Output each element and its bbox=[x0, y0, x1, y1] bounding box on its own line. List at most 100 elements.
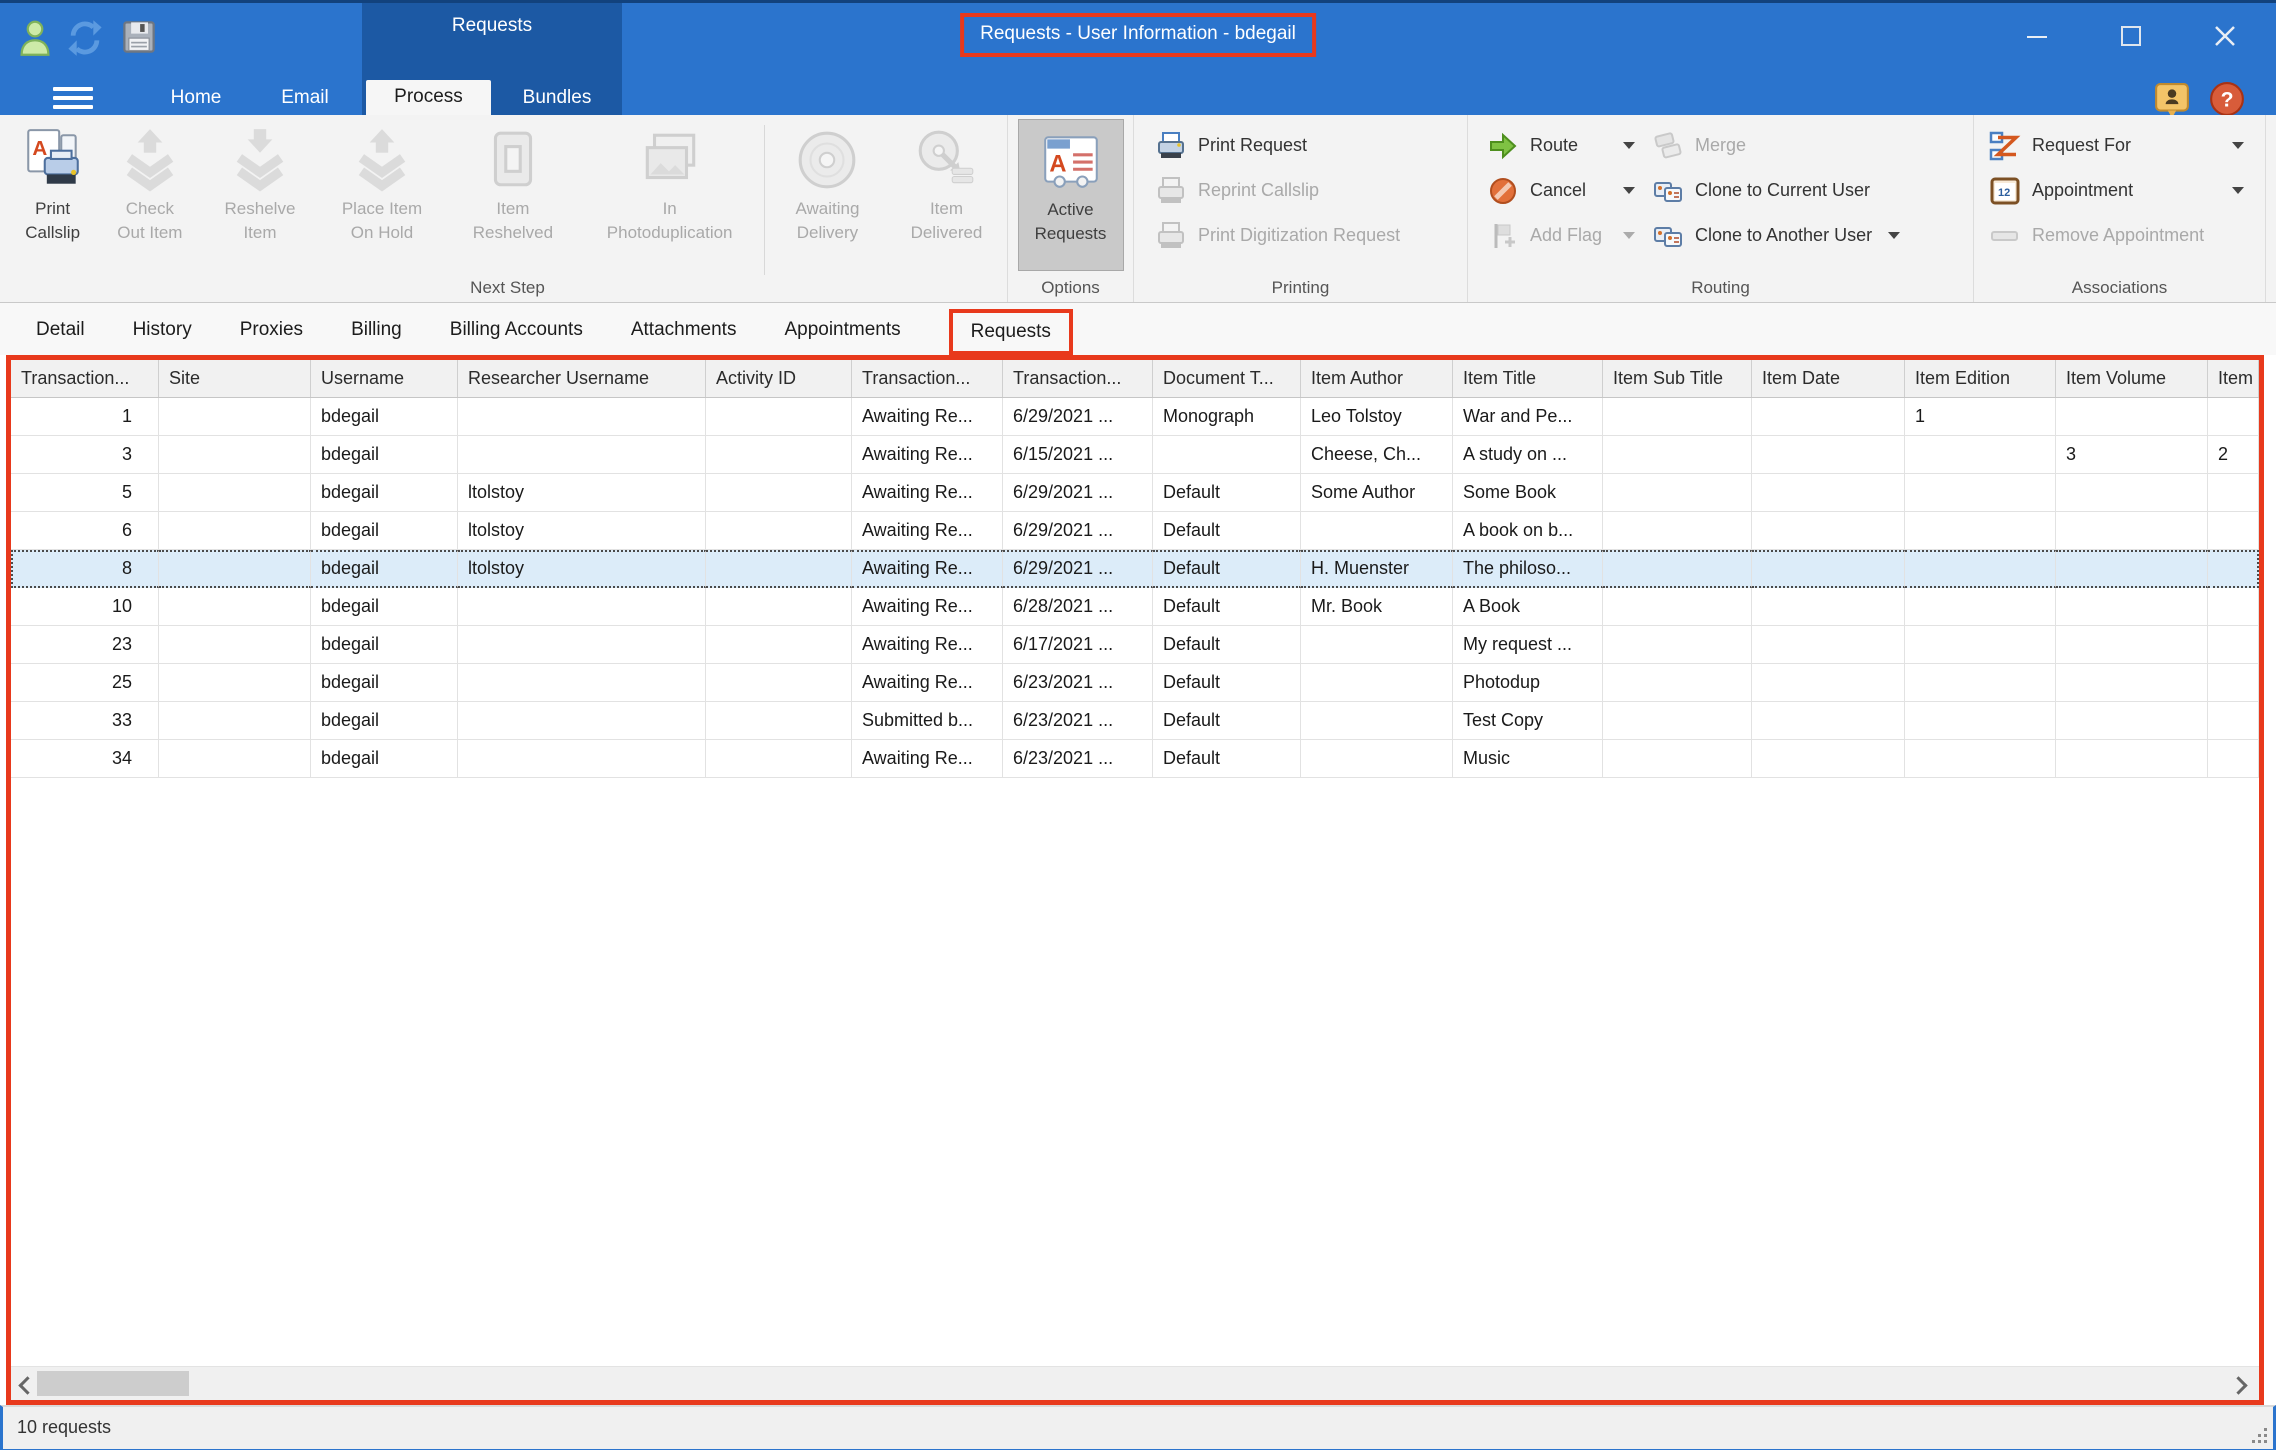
cell: ltolstoy bbox=[458, 512, 706, 550]
requests-grid-annotation-box: Transaction...SiteUsernameResearcher Use… bbox=[6, 355, 2264, 1405]
table-row[interactable]: 8bdegailltolstoyAwaiting Re...6/29/2021 … bbox=[11, 550, 2259, 588]
dropdown-arrow-icon[interactable] bbox=[1623, 142, 1635, 149]
record-tab-billing[interactable]: Billing bbox=[351, 319, 402, 355]
table-row[interactable]: 3bdegailAwaiting Re...6/15/2021 ...Chees… bbox=[11, 436, 2259, 474]
scroll-left-icon[interactable] bbox=[18, 1376, 36, 1394]
grid-header-row: Transaction...SiteUsernameResearcher Use… bbox=[11, 360, 2259, 398]
record-tab-detail[interactable]: Detail bbox=[36, 319, 85, 355]
cell bbox=[1752, 702, 1905, 740]
ribbon-group-label: Options bbox=[1008, 278, 1133, 298]
contextual-group-label: Requests bbox=[362, 15, 622, 37]
clone-to-another-user-button[interactable]: Clone to Another User bbox=[1649, 213, 1973, 258]
cell bbox=[1752, 740, 1905, 778]
table-row[interactable]: 23bdegailAwaiting Re...6/17/2021 ...Defa… bbox=[11, 626, 2259, 664]
tab-process[interactable]: Process bbox=[366, 80, 491, 115]
record-tab-requests[interactable]: Requests bbox=[949, 309, 1073, 355]
column-header-11[interactable]: Item Sub Title bbox=[1603, 360, 1752, 397]
resize-grip[interactable] bbox=[2251, 1427, 2267, 1443]
button-label: Print Callslip bbox=[25, 197, 80, 245]
sync-icon[interactable] bbox=[65, 19, 103, 57]
record-tab-attachments[interactable]: Attachments bbox=[631, 319, 737, 355]
cell bbox=[1301, 664, 1453, 702]
column-header-10[interactable]: Item Title bbox=[1453, 360, 1603, 397]
dropdown-arrow-icon[interactable] bbox=[1623, 187, 1635, 194]
column-header-6[interactable]: Transaction... bbox=[852, 360, 1003, 397]
tab-home[interactable]: Home bbox=[153, 81, 239, 115]
column-header-15[interactable]: Item bbox=[2208, 360, 2259, 397]
column-header-8[interactable]: Document T... bbox=[1153, 360, 1301, 397]
cell bbox=[2208, 588, 2259, 626]
group-separator bbox=[764, 125, 765, 275]
appointment-icon: 12 bbox=[1988, 175, 2022, 207]
table-row[interactable]: 6bdegailltolstoyAwaiting Re...6/29/2021 … bbox=[11, 512, 2259, 550]
route-button[interactable]: Route bbox=[1484, 123, 1649, 168]
cell: Default bbox=[1153, 588, 1301, 626]
column-header-3[interactable]: Username bbox=[311, 360, 458, 397]
cell bbox=[2208, 398, 2259, 436]
column-header-9[interactable]: Item Author bbox=[1301, 360, 1453, 397]
active-requests-button[interactable]: A Active Requests bbox=[1018, 119, 1124, 271]
print-callslip-button[interactable]: A Print Callslip bbox=[8, 119, 97, 271]
cell bbox=[1603, 512, 1752, 550]
column-header-13[interactable]: Item Edition bbox=[1905, 360, 2056, 397]
record-tab-history[interactable]: History bbox=[133, 319, 192, 355]
table-row[interactable]: 1bdegailAwaiting Re...6/29/2021 ...Monog… bbox=[11, 398, 2259, 436]
request-for-icon bbox=[1988, 130, 2022, 162]
dropdown-arrow-icon[interactable] bbox=[2232, 187, 2244, 194]
maximize-button[interactable] bbox=[2099, 15, 2163, 57]
user-icon[interactable] bbox=[17, 19, 55, 57]
horizontal-scrollbar[interactable] bbox=[11, 1366, 2259, 1400]
column-header-14[interactable]: Item Volume bbox=[2056, 360, 2208, 397]
record-tab-proxies[interactable]: Proxies bbox=[240, 319, 303, 355]
svg-text:A: A bbox=[1049, 151, 1066, 177]
scroll-right-icon[interactable] bbox=[2229, 1376, 2247, 1394]
cell bbox=[2056, 740, 2208, 778]
cancel-button[interactable]: Cancel bbox=[1484, 168, 1649, 213]
dropdown-arrow-icon[interactable] bbox=[2232, 142, 2244, 149]
button-label: Awaiting Delivery bbox=[795, 197, 859, 245]
record-tab-appointments[interactable]: Appointments bbox=[784, 319, 900, 355]
cell bbox=[1603, 588, 1752, 626]
column-header-4[interactable]: Researcher Username bbox=[458, 360, 706, 397]
check-out-item-icon bbox=[117, 123, 183, 197]
cell: Awaiting Re... bbox=[852, 588, 1003, 626]
minimize-button[interactable] bbox=[2005, 15, 2069, 57]
ribbon-group-label: Printing bbox=[1134, 278, 1467, 298]
table-row[interactable]: 34bdegailAwaiting Re...6/23/2021 ...Defa… bbox=[11, 740, 2259, 778]
button-label: Item Delivered bbox=[911, 197, 983, 245]
menu-icon[interactable] bbox=[53, 87, 93, 109]
column-header-12[interactable]: Item Date bbox=[1752, 360, 1905, 397]
record-tab-billing-accounts[interactable]: Billing Accounts bbox=[450, 319, 583, 355]
svg-text:A: A bbox=[32, 137, 47, 160]
cell: 10 bbox=[11, 588, 159, 626]
table-row[interactable]: 25bdegailAwaiting Re...6/23/2021 ...Defa… bbox=[11, 664, 2259, 702]
cell: 23 bbox=[11, 626, 159, 664]
clone-to-current-user-button[interactable]: Clone to Current User bbox=[1649, 168, 1973, 213]
column-header-7[interactable]: Transaction... bbox=[1003, 360, 1153, 397]
request-for-button[interactable]: Request For bbox=[1986, 123, 2258, 168]
scrollbar-thumb[interactable] bbox=[37, 1371, 189, 1396]
tab-bundles[interactable]: Bundles bbox=[495, 81, 619, 115]
print-request-button[interactable]: Print Request bbox=[1152, 123, 1467, 168]
dropdown-arrow-icon[interactable] bbox=[1623, 232, 1635, 239]
cell bbox=[159, 664, 311, 702]
dropdown-arrow-icon[interactable] bbox=[1888, 232, 1900, 239]
table-row[interactable]: 33bdegailSubmitted b...6/23/2021 ...Defa… bbox=[11, 702, 2259, 740]
table-row[interactable]: 10bdegailAwaiting Re...6/28/2021 ...Defa… bbox=[11, 588, 2259, 626]
ribbon-group-next-step: A Print Callslip Check Out Item Reshelve… bbox=[8, 115, 1008, 302]
column-header-5[interactable]: Activity ID bbox=[706, 360, 852, 397]
save-icon[interactable] bbox=[121, 19, 159, 57]
tab-email[interactable]: Email bbox=[261, 81, 349, 115]
cell bbox=[2056, 702, 2208, 740]
cell: 5 bbox=[11, 474, 159, 512]
cell: ltolstoy bbox=[458, 550, 706, 588]
cell: Photodup bbox=[1453, 664, 1603, 702]
close-button[interactable] bbox=[2193, 15, 2257, 57]
title-bar: Requests Requests - User Information - b… bbox=[0, 3, 2276, 115]
cell bbox=[706, 512, 852, 550]
appointment-button[interactable]: 12Appointment bbox=[1986, 168, 2258, 213]
column-header-2[interactable]: Site bbox=[159, 360, 311, 397]
cell: Awaiting Re... bbox=[852, 512, 1003, 550]
column-header-1[interactable]: Transaction... bbox=[11, 360, 159, 397]
table-row[interactable]: 5bdegailltolstoyAwaiting Re...6/29/2021 … bbox=[11, 474, 2259, 512]
